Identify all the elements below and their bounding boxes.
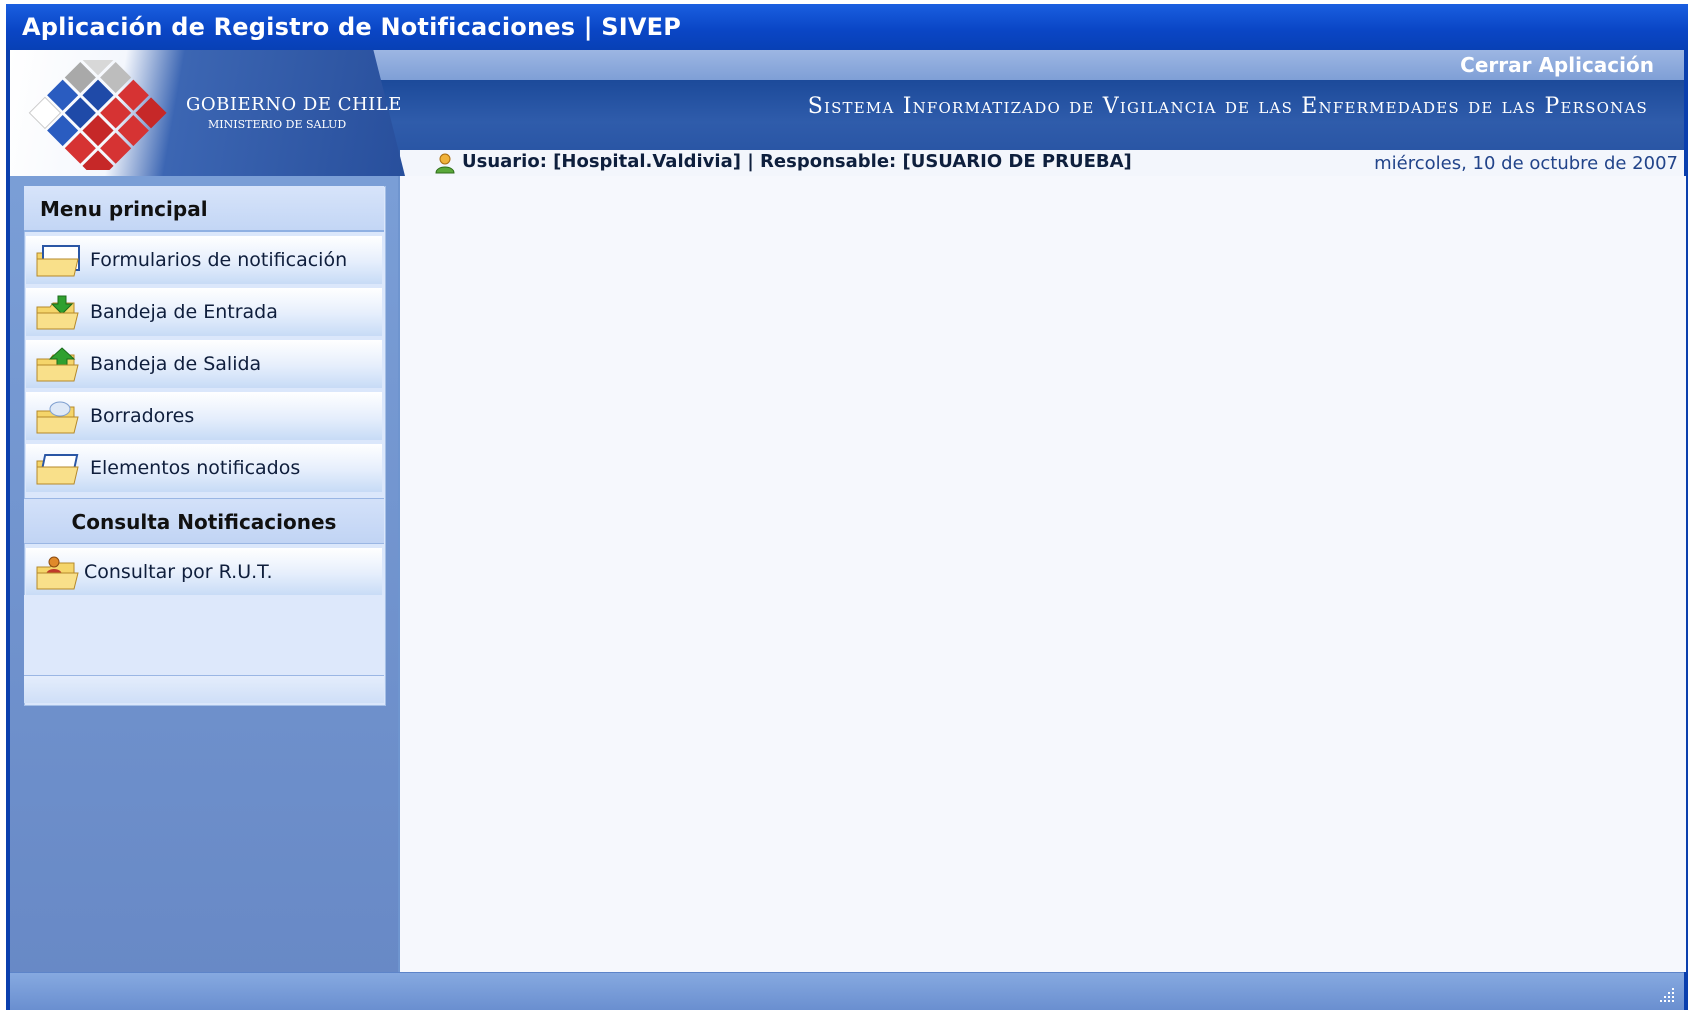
resize-grip-icon[interactable] [1658, 986, 1676, 1004]
status-bar [10, 972, 1684, 1010]
menu-item-consultar-rut[interactable]: Consultar por R.U.T. [26, 548, 382, 596]
menu-item-label: Bandeja de Entrada [90, 301, 278, 323]
inbox-folder-icon [36, 295, 79, 330]
menu-item-label: Borradores [90, 405, 195, 427]
menu-item-formularios[interactable]: Formularios de notificación [26, 236, 382, 284]
menu-footer [24, 675, 384, 703]
folder-form-icon [36, 245, 80, 277]
menu-item-borradores[interactable]: Borradores [26, 392, 382, 440]
user-info: Usuario: [Hospital.Valdivia] | Responsab… [462, 151, 1132, 172]
menu-item-label: Consultar por R.U.T. [84, 561, 273, 583]
logo-title: GOBIERNO DE CHILE [186, 94, 402, 115]
menu-empty-area [24, 595, 384, 675]
system-title: Sistema Informatizado de Vigilancia de l… [807, 94, 1648, 119]
window-title-bar: Aplicación de Registro de Notificaciones… [6, 4, 1688, 50]
menu-header: Menu principal [24, 186, 384, 232]
menu-item-elementos-notificados[interactable]: Elementos notificados [26, 444, 382, 492]
close-application-link[interactable]: Cerrar Aplicación [1460, 50, 1654, 80]
window-title: Aplicación de Registro de Notificaciones… [22, 13, 682, 41]
logo-subtitle: MINISTERIO DE SALUD [208, 118, 347, 131]
app-header: GOBIERNO DE CHILE MINISTERIO DE SALUD Ce… [10, 50, 1684, 176]
drafts-folder-icon [36, 401, 79, 434]
main-content-area [398, 176, 1686, 972]
menu-item-label: Formularios de notificación [90, 249, 348, 271]
consulta-section-header: Consulta Notificaciones [24, 498, 384, 544]
menu-item-bandeja-entrada[interactable]: Bandeja de Entrada [26, 288, 382, 336]
government-logo-icon [28, 60, 167, 170]
menu-item-label: Bandeja de Salida [90, 353, 262, 375]
notified-folder-icon [36, 454, 79, 485]
user-search-folder-icon [36, 556, 79, 590]
menu-item-label: Elementos notificados [90, 457, 301, 479]
user-icon [435, 153, 455, 174]
outbox-folder-icon [36, 347, 79, 382]
menu-item-bandeja-salida[interactable]: Bandeja de Salida [26, 340, 382, 388]
current-date: miércoles, 10 de octubre de 2007 [1374, 153, 1678, 174]
